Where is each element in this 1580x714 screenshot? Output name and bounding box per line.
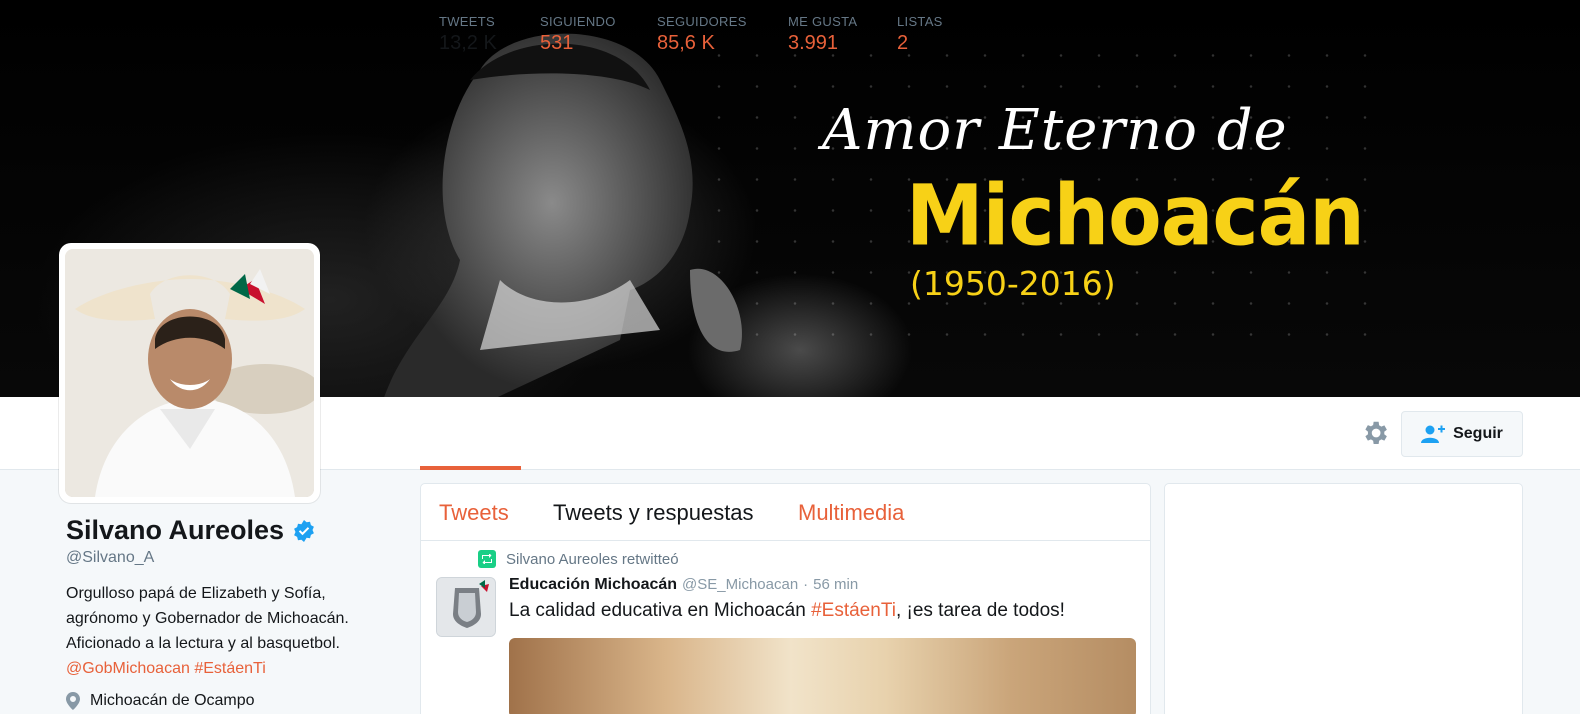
- stat-label: SIGUIENDO: [540, 14, 616, 29]
- banner-singer-silhouette: [384, 33, 742, 397]
- add-user-icon: [1421, 425, 1446, 443]
- retweet-text[interactable]: Silvano Aureoles retwitteó: [506, 551, 679, 568]
- tweet-timestamp[interactable]: 56 min: [813, 576, 858, 593]
- stat-label: ME GUSTA: [788, 14, 858, 29]
- profile-name-text: Silvano Aureoles: [66, 515, 285, 545]
- stat-tweets[interactable]: TWEETS 13,2 K: [439, 14, 497, 55]
- banner-script-text: Amor Eterno de: [822, 98, 1288, 163]
- retweet-icon: [478, 550, 496, 568]
- right-sidebar-panel: [1164, 483, 1523, 714]
- tweet-separator: ·: [803, 576, 809, 593]
- tweet-author-avatar[interactable]: [436, 577, 496, 637]
- follow-label: Seguir: [1453, 425, 1503, 442]
- timeline: Tweets Tweets y respuestas Multimedia Si…: [420, 483, 1151, 714]
- follow-button[interactable]: Seguir: [1401, 411, 1523, 457]
- stat-value: 531: [540, 32, 574, 54]
- stat-following[interactable]: SIGUIENDO 531: [540, 14, 616, 55]
- stat-label: TWEETS: [439, 14, 495, 29]
- banner-years: (1950-2016): [910, 264, 1116, 303]
- profile-location: Michoacán de Ocampo: [66, 692, 255, 710]
- banner-headline: Michoacán: [906, 168, 1365, 266]
- retweet-context: Silvano Aureoles retwitteó: [478, 550, 679, 568]
- bio-links: @GobMichoacan #EstáenTi: [66, 656, 396, 681]
- tweet-text-start: La calidad educativa en Michoacán: [509, 600, 812, 621]
- gear-icon[interactable]: [1360, 418, 1390, 448]
- bio-link-mention[interactable]: @GobMichoacan: [66, 660, 190, 677]
- stat-label: LISTAS: [897, 14, 943, 29]
- tweet-hashtag[interactable]: #EstáenTi: [811, 600, 896, 621]
- tweet-author-handle[interactable]: @SE_Michoacan: [682, 576, 798, 593]
- bio-line: Orgulloso papá de Elizabeth y Sofía,: [66, 585, 326, 602]
- active-stat-indicator: [420, 466, 521, 470]
- stat-value: 85,6 K: [657, 32, 715, 54]
- tweet-text-end: , ¡es tarea de todos!: [895, 600, 1065, 621]
- avatar-photo: [65, 249, 314, 497]
- tab-tweets[interactable]: Tweets: [439, 500, 509, 526]
- stat-value: 13,2 K: [439, 32, 497, 54]
- tab-media[interactable]: Multimedia: [798, 500, 904, 526]
- stat-likes[interactable]: ME GUSTA 3.991: [788, 14, 857, 55]
- tweet-header: Educación Michoacán @SE_Michoacan · 56 m…: [509, 576, 858, 594]
- profile-bio: Orgulloso papá de Elizabeth y Sofía, agr…: [66, 581, 396, 681]
- stat-value: 2: [897, 32, 909, 54]
- timeline-tabs: Tweets Tweets y respuestas Multimedia: [421, 484, 1150, 541]
- tab-tweets-replies[interactable]: Tweets y respuestas: [553, 500, 754, 526]
- profile-avatar[interactable]: [59, 243, 320, 503]
- stat-followers[interactable]: SEGUIDORES 85,6 K: [657, 14, 747, 55]
- stat-lists[interactable]: LISTAS 2: [897, 14, 943, 55]
- location-pin-icon: [66, 692, 80, 710]
- verified-badge-icon: [294, 519, 314, 542]
- tweet-media-image[interactable]: [509, 638, 1136, 714]
- profile-handle[interactable]: @Silvano_A: [66, 549, 154, 567]
- bio-line: agrónomo y Gobernador de Michoacán.: [66, 610, 349, 627]
- bio-line: Aficionado a la lectura y al basquetbol.: [66, 635, 340, 652]
- tweet-text: La calidad educativa en Michoacán #Estáe…: [509, 600, 1065, 622]
- stat-value: 3.991: [788, 32, 839, 54]
- bio-link-hashtag[interactable]: #EstáenTi: [194, 660, 265, 677]
- location-text: Michoacán de Ocampo: [90, 692, 255, 709]
- tweet-author-name[interactable]: Educación Michoacán: [509, 576, 677, 594]
- stat-label: SEGUIDORES: [657, 14, 747, 29]
- profile-name[interactable]: Silvano Aureoles: [66, 515, 316, 546]
